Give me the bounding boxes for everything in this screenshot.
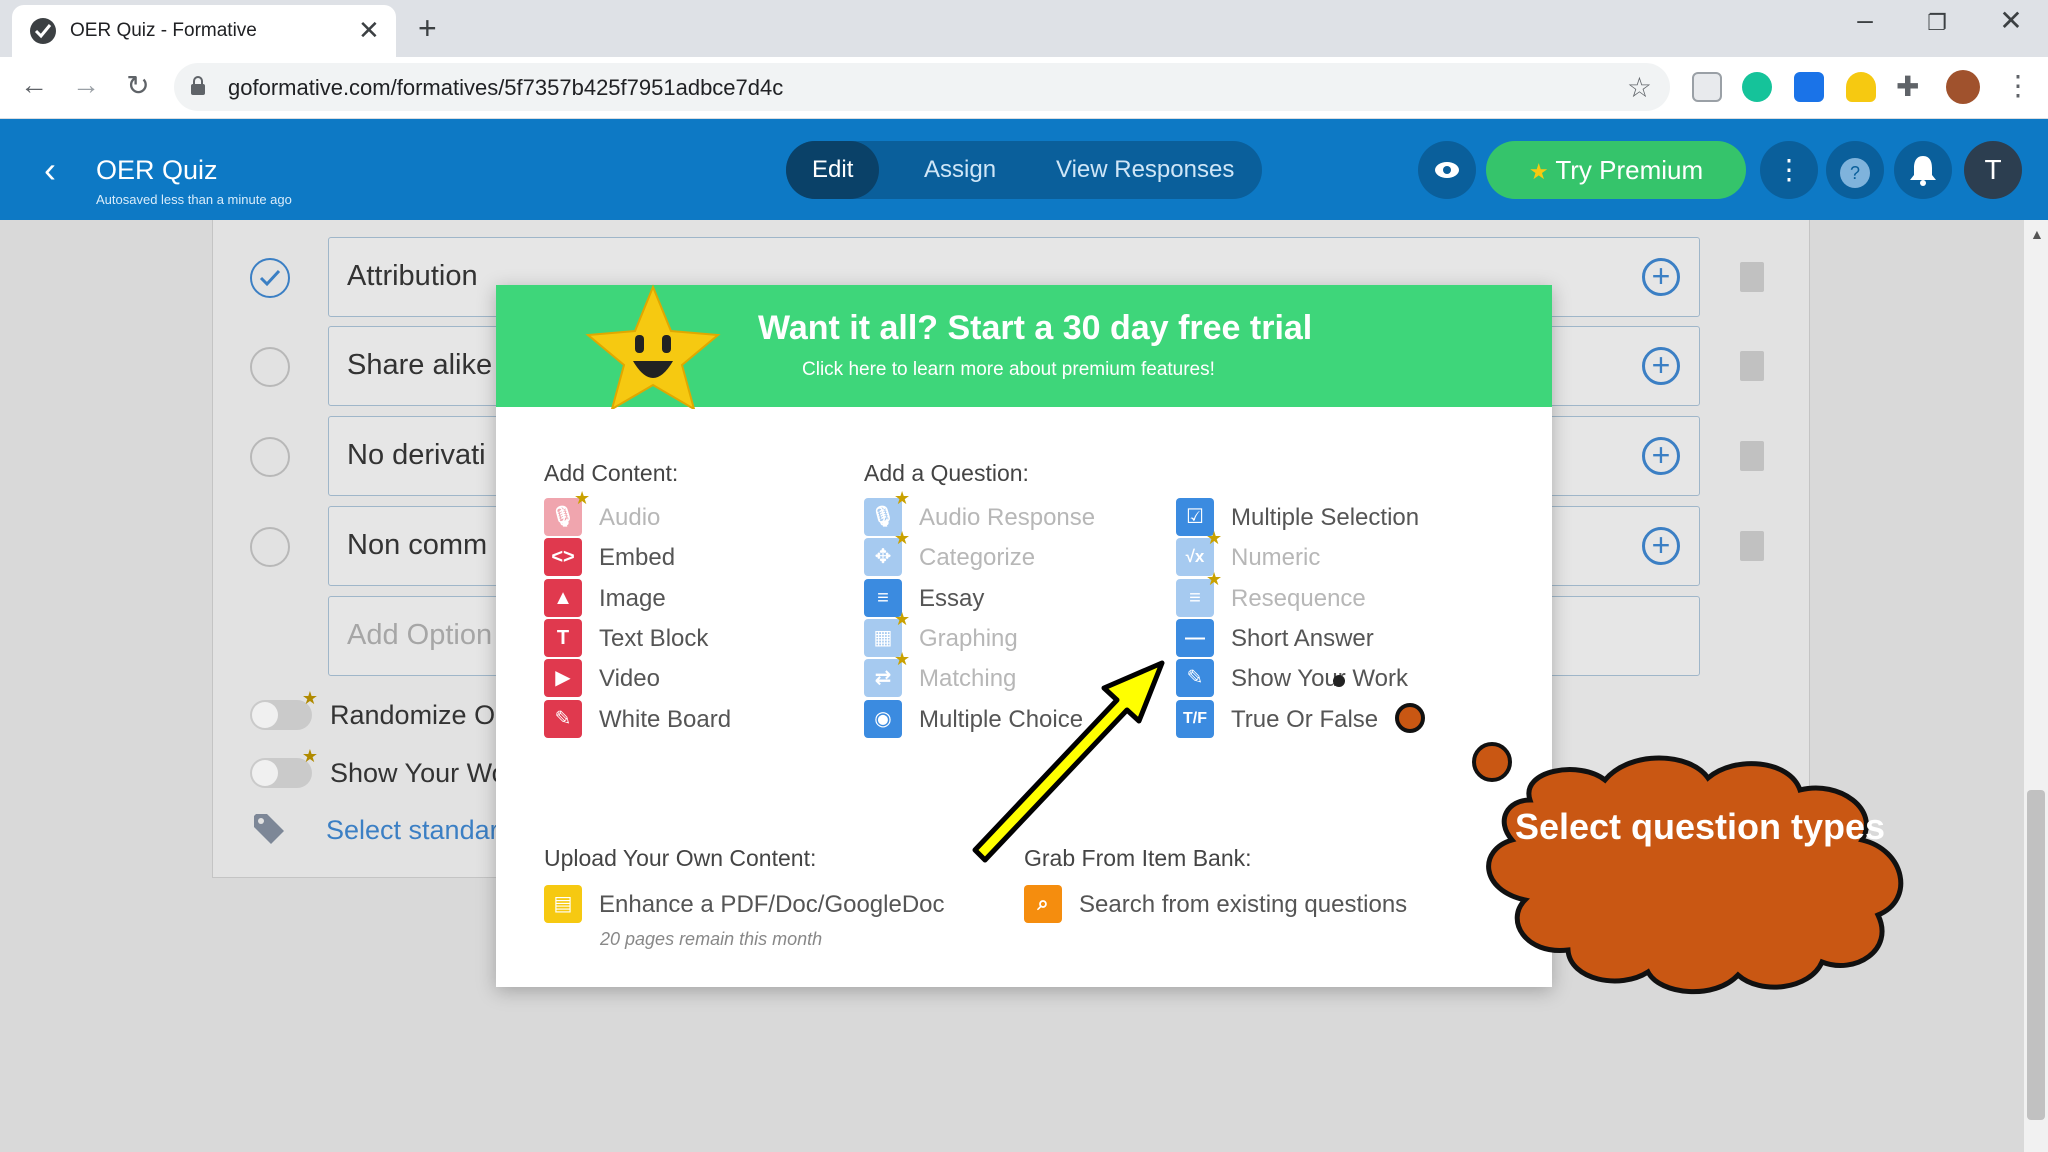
thought-bubble-dot-icon <box>1333 675 1512 782</box>
yellow-arrow-icon <box>972 660 1165 863</box>
orange-cloud-callout-icon <box>1486 755 1904 995</box>
scroll-up-arrow-icon[interactable]: ▲ <box>2030 226 2044 242</box>
tutorial-annotation-overlay <box>972 660 1904 995</box>
callout-text: Select question types <box>1514 806 1886 847</box>
scrollbar-thumb[interactable] <box>2027 790 2045 1120</box>
